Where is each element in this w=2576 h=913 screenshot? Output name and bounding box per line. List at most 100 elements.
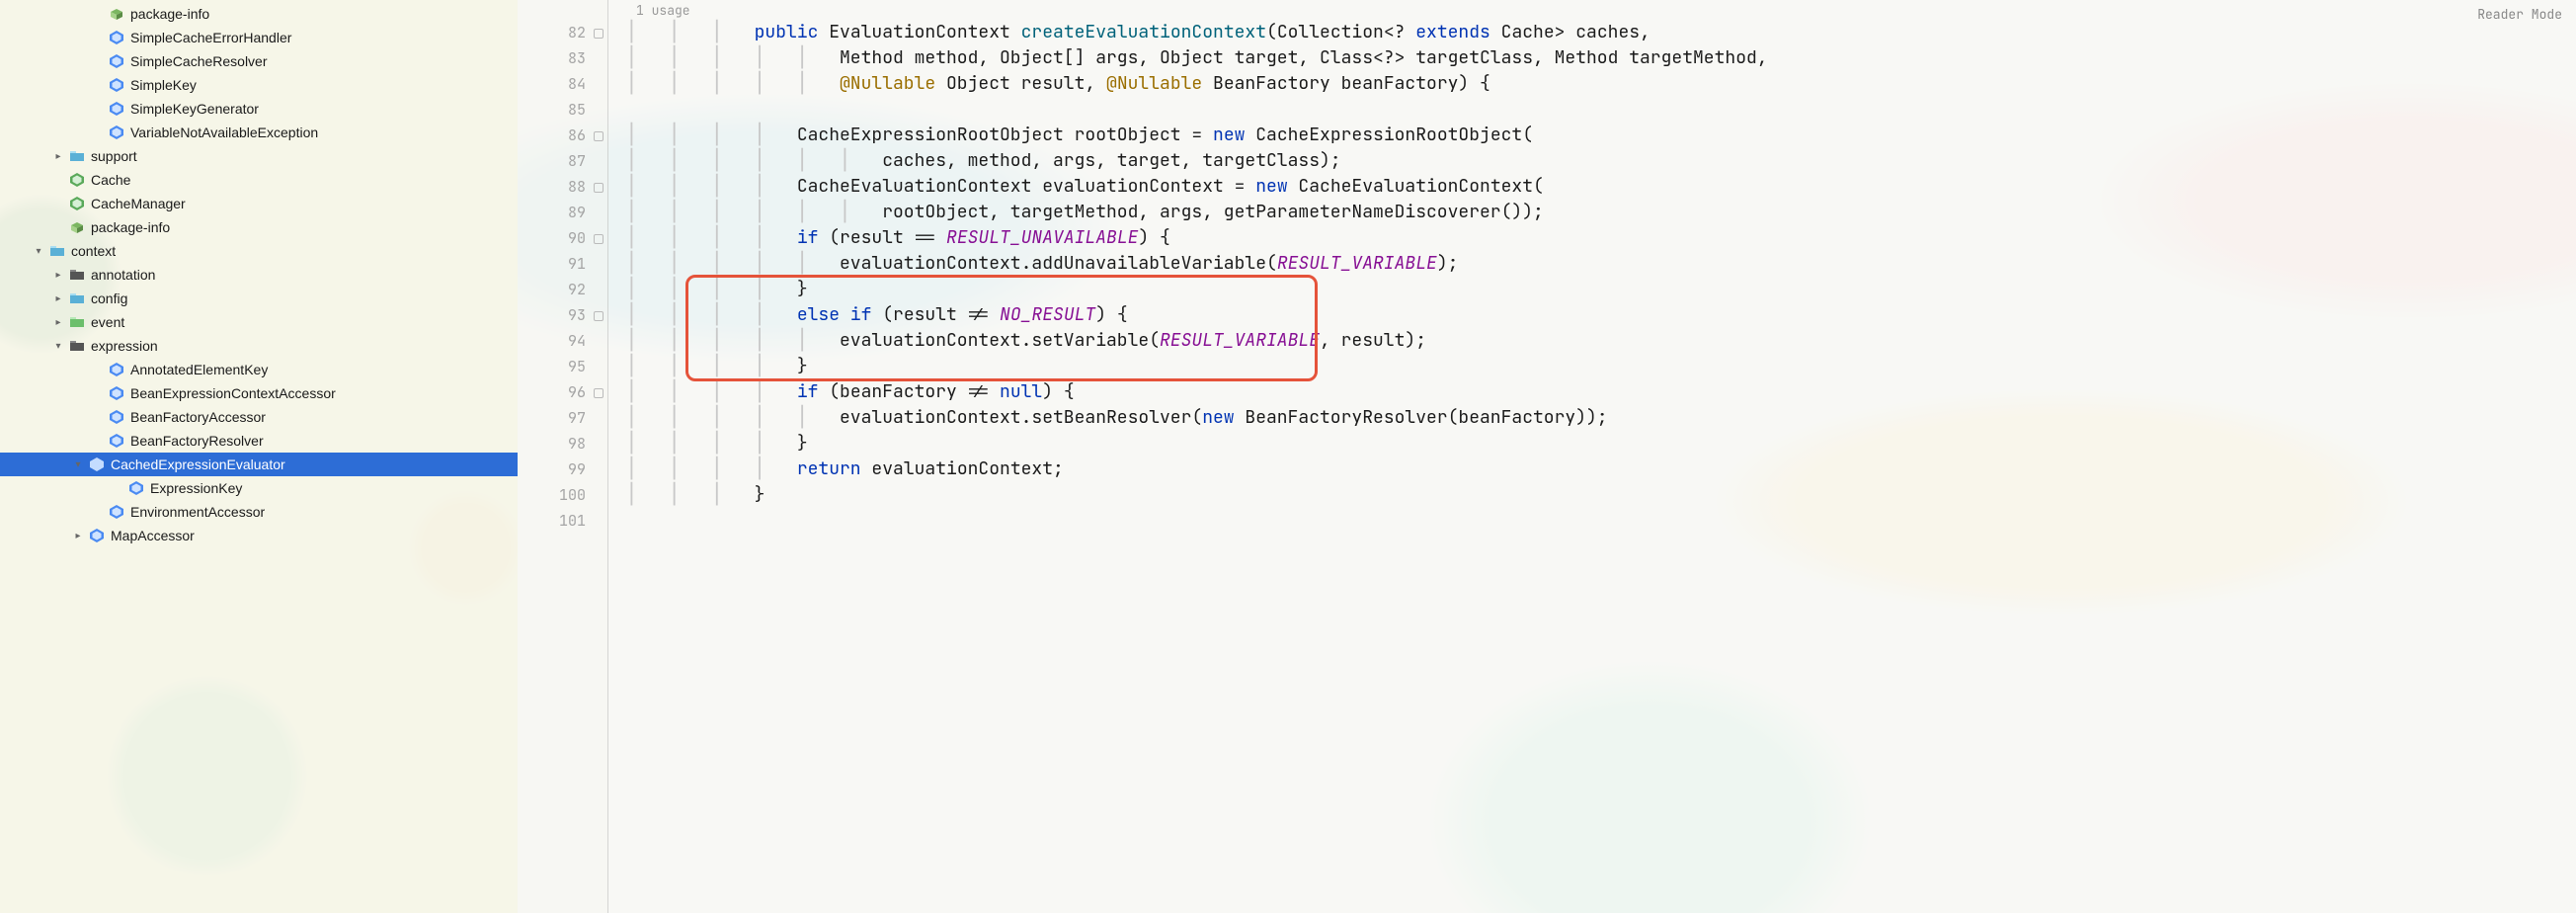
code-line[interactable]: │ │ │ │ return evaluationContext; [626,456,2576,482]
tree-item-expressionkey[interactable]: ▸ExpressionKey [0,476,518,500]
chevron-right-icon[interactable]: ▸ [51,149,65,163]
tree-item-config[interactable]: ▸ config [0,287,518,310]
tree-item-expression[interactable]: ▾ expression [0,334,518,358]
line-number[interactable]: 90 [518,225,607,251]
code-editor[interactable]: 1 usage Reader Mode 82838485868788899091… [518,0,2576,913]
tree-item-beanexpressioncontextaccessor[interactable]: ▸BeanExpressionContextAccessor [0,381,518,405]
tree-item-label: context [71,243,116,259]
line-number[interactable]: 98 [518,431,607,456]
tree-item-label: package-info [91,219,170,235]
tree-item-label: config [91,290,127,306]
code-line[interactable]: │ │ │ │ else if (result != NO_RESULT) { [626,302,2576,328]
line-number[interactable]: 100 [518,482,607,508]
tree-item-mapaccessor[interactable]: ▸ MapAccessor [0,524,518,547]
line-number[interactable]: 91 [518,251,607,277]
code-line[interactable]: │ │ │ │ } [626,277,2576,302]
chevron-down-icon[interactable]: ▾ [51,339,65,353]
tree-item-beanfactoryresolver[interactable]: ▸BeanFactoryResolver [0,429,518,453]
tree-item-event[interactable]: ▸event [0,310,518,334]
classa-icon [89,456,105,472]
code-line[interactable]: │ │ │ │ CacheEvaluationContext evaluatio… [626,174,2576,200]
class-icon [109,77,124,93]
tree-item-label: BeanFactoryResolver [130,433,264,449]
line-number[interactable]: 99 [518,456,607,482]
tree-item-label: MapAccessor [111,528,195,543]
tree-item-label: EnvironmentAccessor [130,504,265,520]
tree-item-label: package-info [130,6,209,22]
pkg-icon [109,6,124,22]
tree-item-label: SimpleKey [130,77,197,93]
code-line[interactable]: │ │ │ │ │ @Nullable Object result, @Null… [626,71,2576,97]
code-line[interactable]: │ │ │ │ │ Method method, Object[] args, … [626,45,2576,71]
code-line[interactable]: │ │ │ │ } [626,431,2576,456]
tree-item-cache[interactable]: ▸Cache [0,168,518,192]
tree-item-variablenotavailableexception[interactable]: ▸VariableNotAvailableException [0,121,518,144]
tree-item-beanfactoryaccessor[interactable]: ▸BeanFactoryAccessor [0,405,518,429]
line-number[interactable]: 83 [518,45,607,71]
tree-item-simplekeygenerator[interactable]: ▸SimpleKeyGenerator [0,97,518,121]
code-line[interactable]: │ │ │ │ CacheExpressionRootObject rootOb… [626,123,2576,148]
line-number[interactable]: 92 [518,277,607,302]
tree-item-label: ExpressionKey [150,480,242,496]
code-line[interactable]: │ │ │ } [626,482,2576,508]
code-area[interactable]: │ │ │ public EvaluationContext createEva… [608,0,2576,913]
code-line[interactable] [626,508,2576,534]
class-icon [109,101,124,117]
line-number[interactable]: 87 [518,148,607,174]
tree-item-annotation[interactable]: ▸ annotation [0,263,518,287]
chevron-down-icon[interactable]: ▾ [32,244,45,258]
tree-item-label: annotation [91,267,155,283]
code-line[interactable]: │ │ │ │ if (beanFactory != null) { [626,379,2576,405]
line-number[interactable]: 96 [518,379,607,405]
line-number[interactable]: 101 [518,508,607,534]
chevron-right-icon[interactable]: ▸ [51,315,65,329]
tree-item-cachemanager[interactable]: ▸CacheManager [0,192,518,215]
folder-c-icon [69,290,85,306]
pkg-icon [69,219,85,235]
tree-item-label: VariableNotAvailableException [130,124,318,140]
tree-item-simplecacheresolver[interactable]: ▸SimpleCacheResolver [0,49,518,73]
line-number[interactable]: 93 [518,302,607,328]
line-number[interactable]: 97 [518,405,607,431]
tree-item-label: CachedExpressionEvaluator [111,456,285,472]
code-line[interactable]: │ │ │ public EvaluationContext createEva… [626,20,2576,45]
line-number[interactable]: 94 [518,328,607,354]
line-number[interactable]: 84 [518,71,607,97]
line-number[interactable]: 88 [518,174,607,200]
code-line[interactable]: │ │ │ │ │ evaluationContext.setVariable(… [626,328,2576,354]
iface-icon [69,172,85,188]
line-number[interactable]: 95 [518,354,607,379]
code-line[interactable]: │ │ │ │ │ evaluationContext.addUnavailab… [626,251,2576,277]
chevron-right-icon[interactable]: ▸ [51,268,65,282]
tree-item-package-info[interactable]: ▸package-info [0,2,518,26]
folder-k-icon [69,338,85,354]
class-icon [128,480,144,496]
iface-icon [69,196,85,211]
code-line[interactable]: │ │ │ │ │ │ rootObject, targetMethod, ar… [626,200,2576,225]
line-number[interactable]: 82 [518,20,607,45]
line-number-gutter[interactable]: 8283848586878889909192939495969798991001… [518,0,608,913]
tree-item-label: expression [91,338,158,354]
tree-item-label: SimpleCacheResolver [130,53,268,69]
tree-item-context[interactable]: ▾ context [0,239,518,263]
tree-item-environmentaccessor[interactable]: ▸EnvironmentAccessor [0,500,518,524]
tree-item-support[interactable]: ▸support [0,144,518,168]
tree-item-simplekey[interactable]: ▸SimpleKey [0,73,518,97]
code-line[interactable]: │ │ │ │ │ │ caches, method, args, target… [626,148,2576,174]
tree-item-annotatedelementkey[interactable]: ▸AnnotatedElementKey [0,358,518,381]
tree-item-package-info[interactable]: ▸package-info [0,215,518,239]
chevron-right-icon[interactable]: ▸ [71,529,85,542]
class-icon [109,409,124,425]
code-line[interactable]: │ │ │ │ if (result == RESULT_UNAVAILABLE… [626,225,2576,251]
chevron-down-icon[interactable]: ▾ [71,457,85,471]
code-line[interactable]: │ │ │ │ } [626,354,2576,379]
tree-item-cachedexpressionevaluator[interactable]: ▾ CachedExpressionEvaluator [0,453,518,476]
line-number[interactable]: 86 [518,123,607,148]
tree-item-label: CacheManager [91,196,186,211]
code-line[interactable]: │ │ │ │ │ evaluationContext.setBeanResol… [626,405,2576,431]
line-number[interactable]: 89 [518,200,607,225]
tree-item-simplecacheerrorhandler[interactable]: ▸SimpleCacheErrorHandler [0,26,518,49]
line-number[interactable]: 85 [518,97,607,123]
code-line[interactable] [626,97,2576,123]
chevron-right-icon[interactable]: ▸ [51,291,65,305]
